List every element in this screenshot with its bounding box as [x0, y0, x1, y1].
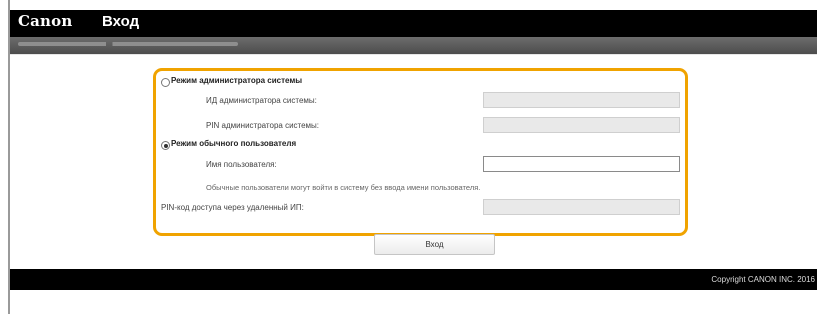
- admin-mode-label[interactable]: Режим администратора системы: [171, 76, 302, 85]
- admin-pin-field[interactable]: [483, 117, 680, 138]
- admin-id-field[interactable]: [483, 92, 680, 113]
- user-mode-label[interactable]: Режим обычного пользователя: [171, 139, 296, 148]
- username-input[interactable]: [484, 162, 679, 177]
- user-mode-radio[interactable]: [161, 141, 170, 150]
- username-label: Имя пользователя:: [206, 160, 277, 169]
- admin-mode-radio[interactable]: [161, 78, 170, 87]
- admin-pin-label: PIN администратора системы:: [206, 121, 320, 130]
- breadcrumb: [18, 42, 238, 46]
- admin-id-input[interactable]: [484, 98, 679, 113]
- remote-pin-input[interactable]: [484, 205, 679, 220]
- main-content: Режим администратора системы ИД админист…: [10, 54, 817, 270]
- admin-id-label: ИД администратора системы:: [206, 96, 317, 105]
- page-title: Вход: [102, 13, 140, 30]
- copyright-text: Copyright CANON INC. 2016: [711, 275, 815, 284]
- breadcrumb-bar: ████ ████ ████: [10, 37, 817, 54]
- login-button[interactable]: Вход: [374, 234, 495, 255]
- login-form: Режим администратора системы ИД админист…: [153, 68, 688, 236]
- admin-pin-input[interactable]: [484, 123, 679, 138]
- remote-pin-field[interactable]: [483, 199, 680, 220]
- footer-bar: Copyright CANON INC. 2016: [10, 269, 817, 290]
- username-field[interactable]: [483, 156, 680, 177]
- canon-logo: Canon: [18, 12, 73, 30]
- remote-pin-label: PIN-код доступа через удаленный ИП:: [161, 203, 304, 212]
- user-mode-hint: Обычные пользователи могут войти в систе…: [206, 183, 481, 192]
- top-bar: Canon Вход: [10, 10, 817, 37]
